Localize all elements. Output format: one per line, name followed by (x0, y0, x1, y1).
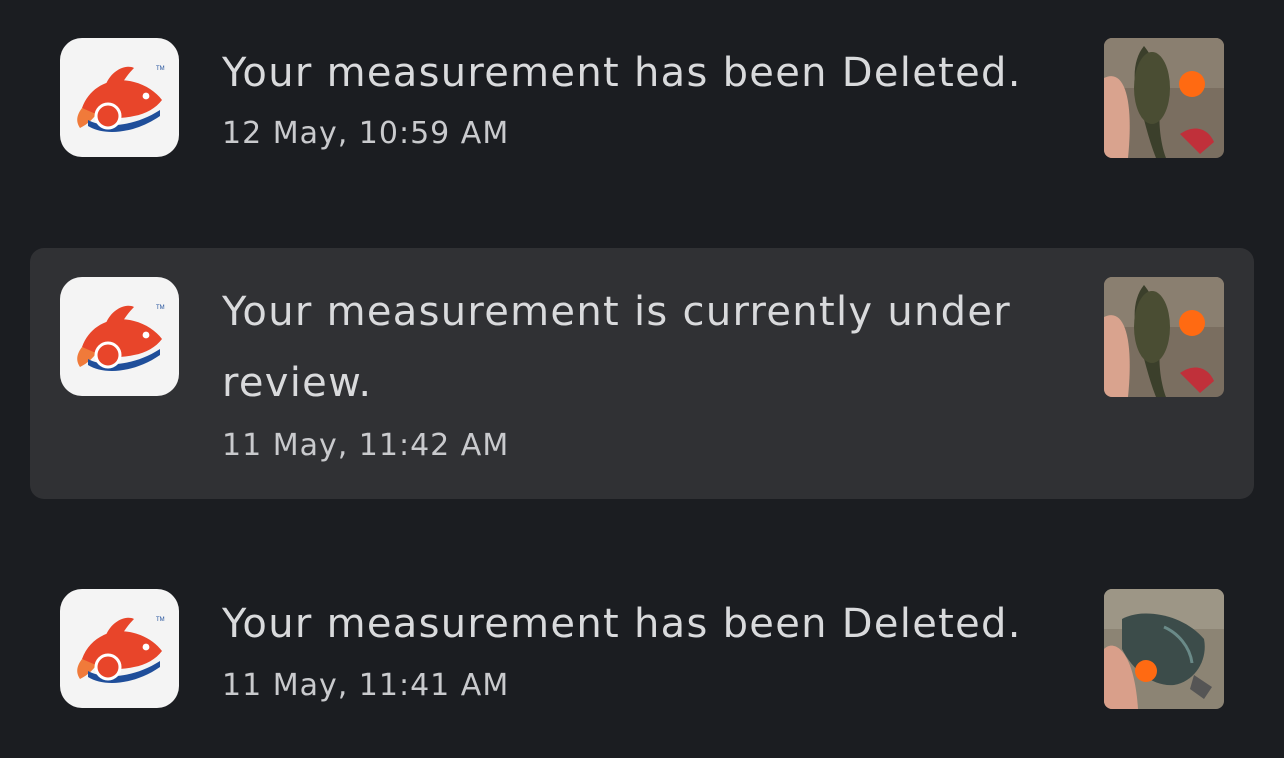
fish-photo-thumbnail[interactable] (1104, 589, 1224, 709)
fish-photo-thumbnail[interactable] (1104, 38, 1224, 158)
notification-item[interactable]: TM Your measurement has been Deleted. 11… (30, 560, 1254, 738)
notification-timestamp: 11 May, 11:42 AM (222, 428, 510, 463)
notification-timestamp: 11 May, 11:41 AM (222, 668, 510, 703)
app-logo-icon: TM (60, 277, 179, 396)
notification-message: Your measurement has been Deleted. (222, 601, 1022, 647)
notification-message: Your measurement is currently under revi… (222, 289, 1011, 406)
svg-text:TM: TM (156, 617, 165, 623)
notification-message: Your measurement has been Deleted. (222, 50, 1022, 96)
app-logo-icon: TM (60, 589, 179, 708)
notification-timestamp: 12 May, 10:59 AM (222, 116, 510, 151)
notification-item[interactable]: TM Your measurement has been Deleted. 12… (30, 10, 1254, 188)
fish-photo-thumbnail[interactable] (1104, 277, 1224, 397)
app-logo-icon: TM (60, 38, 179, 157)
svg-text:TM: TM (156, 305, 165, 311)
notification-item[interactable]: TM Your measurement is currently under r… (30, 248, 1254, 499)
svg-text:TM: TM (156, 66, 165, 72)
